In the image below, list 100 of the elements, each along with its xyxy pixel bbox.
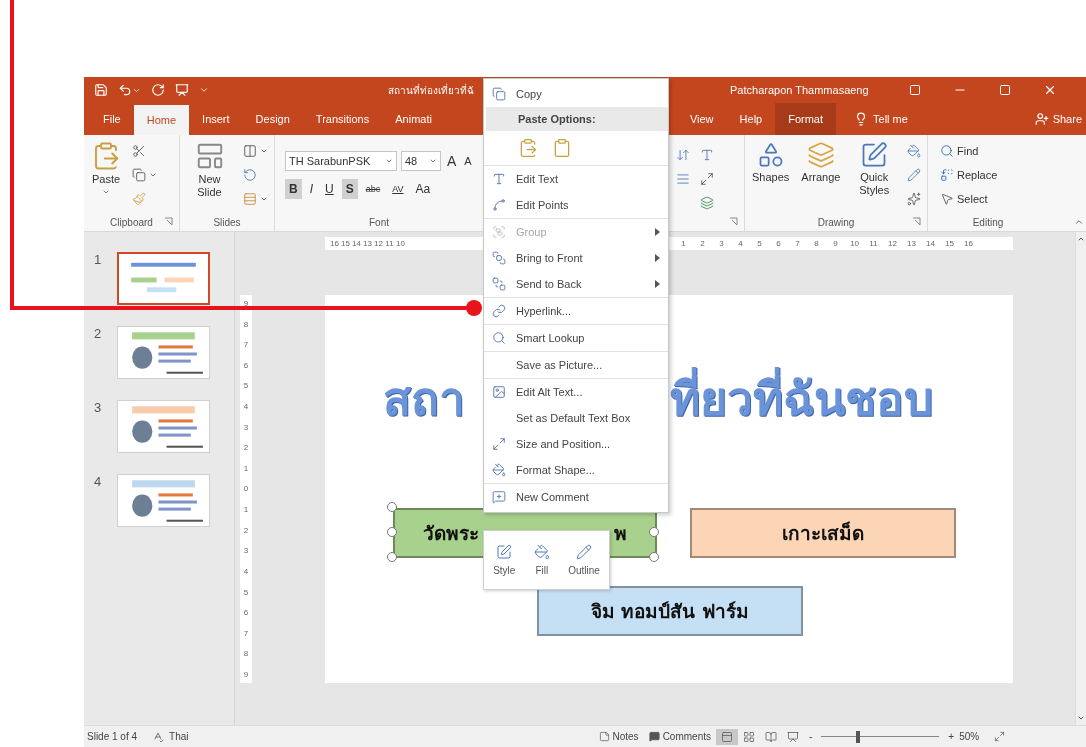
font-size-field[interactable]: 48 xyxy=(401,151,441,171)
undo-button[interactable] xyxy=(118,83,141,97)
ribbon-tab[interactable]: Design xyxy=(242,103,303,135)
picture-icon xyxy=(492,385,506,399)
collapse-ribbon-button[interactable] xyxy=(1074,217,1084,227)
comments-button[interactable]: Comments xyxy=(643,729,716,744)
presentation-icon xyxy=(175,83,189,97)
ribbon-tab[interactable]: View xyxy=(676,103,727,135)
new-slide-button[interactable]: New Slide xyxy=(184,139,235,201)
mini-toolbar-button[interactable]: Fill xyxy=(531,542,552,578)
ribbon-tab[interactable]: Insert xyxy=(189,103,243,135)
zoom-in-button[interactable]: + xyxy=(943,729,960,744)
ribbon-tab[interactable]: File xyxy=(90,103,134,135)
menu-item[interactable]: Set as Default Text Box xyxy=(484,405,668,431)
square-icon xyxy=(998,84,1011,96)
resize-handle[interactable] xyxy=(649,527,659,537)
undo-icon xyxy=(118,83,132,97)
text-box-shape[interactable]: เกาะเสม็ด xyxy=(690,508,956,558)
shrink-font-button[interactable]: A xyxy=(462,151,474,171)
ribbon-display-button[interactable] xyxy=(908,84,921,96)
ribbon-tab[interactable]: Help xyxy=(726,103,776,135)
ribbon-tab[interactable]: Transitions xyxy=(302,103,383,135)
presentation-button[interactable] xyxy=(175,83,189,97)
ribbon-tab[interactable]: Animati xyxy=(382,103,445,135)
zoom-out-button[interactable]: - xyxy=(804,729,818,744)
character-spacing-button[interactable]: AV xyxy=(388,179,408,199)
search-icon xyxy=(940,144,954,158)
menu-item[interactable]: Size and Position... xyxy=(484,431,668,457)
link-icon xyxy=(492,304,506,318)
clipboard-icon xyxy=(518,138,538,158)
menu-item[interactable]: Smart Lookup xyxy=(484,325,668,351)
notes-button[interactable]: Notes xyxy=(593,729,644,744)
submenu-arrow-icon xyxy=(655,254,660,262)
vertical-scrollbar[interactable] xyxy=(1075,232,1086,725)
grow-font-button[interactable]: A xyxy=(445,151,459,171)
save-button[interactable] xyxy=(94,83,108,97)
fit-icon xyxy=(994,731,1006,742)
section-icon xyxy=(243,192,257,206)
notes-icon xyxy=(598,731,610,742)
person-icon xyxy=(1034,112,1049,126)
share-button[interactable]: Share xyxy=(1028,103,1086,135)
zoom-thumb[interactable] xyxy=(855,730,860,743)
menu-item[interactable]: New Comment xyxy=(484,484,668,510)
mini-toolbar-button[interactable]: Outline xyxy=(566,542,602,578)
menu-item[interactable]: Copy xyxy=(484,81,668,107)
menu-item[interactable]: Edit Alt Text... xyxy=(484,379,668,405)
copy-icon xyxy=(132,168,146,182)
reset-icon xyxy=(243,168,257,182)
edit-points-icon xyxy=(492,198,506,212)
find-button[interactable]: Find xyxy=(938,141,1000,161)
text-style-button[interactable]: abc xyxy=(361,179,385,199)
resize-handle[interactable] xyxy=(649,552,659,562)
menu-item[interactable]: Save as Picture... xyxy=(484,352,668,378)
mini-toolbar-button[interactable]: Style xyxy=(491,542,518,578)
menu-item[interactable]: Format Shape... xyxy=(484,457,668,483)
outline-icon xyxy=(575,544,592,560)
group-icon xyxy=(492,225,506,239)
ribbon-tab[interactable]: Format xyxy=(775,103,837,135)
caret-icon xyxy=(385,157,393,165)
tell-me-button[interactable]: Tell me xyxy=(848,103,914,135)
select-button[interactable]: Select xyxy=(938,189,1000,209)
text-style-button[interactable]: I xyxy=(305,179,317,199)
paste-button[interactable]: Paste xyxy=(88,139,124,198)
arrange-button[interactable]: Arrange xyxy=(798,139,844,186)
slide-number: 1 xyxy=(94,252,103,269)
maximize-button[interactable] xyxy=(998,84,1011,96)
replace-button[interactable]: Replace xyxy=(938,165,1000,185)
dialog-launcher[interactable] xyxy=(729,217,738,226)
dialog-launcher[interactable] xyxy=(912,217,921,226)
save-icon xyxy=(94,83,108,97)
outline-icon xyxy=(907,168,921,182)
ribbon-tab[interactable]: Home xyxy=(133,105,190,135)
resize-handle[interactable] xyxy=(387,527,397,537)
comment-icon xyxy=(492,490,506,504)
menu-item[interactable]: Edit Text xyxy=(484,166,668,192)
resize-handle[interactable] xyxy=(387,502,397,512)
text-direction-icon xyxy=(700,148,714,162)
slide-thumbnail[interactable] xyxy=(117,252,210,305)
slide-counter: Slide 1 of 4 xyxy=(87,731,138,742)
view-button[interactable] xyxy=(716,728,738,745)
change-case-button[interactable]: Aa xyxy=(411,179,435,199)
font-name-field[interactable]: TH SarabunPSK xyxy=(285,151,397,171)
quick-styles-button[interactable]: Quick Styles xyxy=(849,139,899,199)
text-style-button[interactable]: B xyxy=(285,179,302,199)
menu-item[interactable]: Hyperlink... xyxy=(484,298,668,324)
group-label: Slides xyxy=(213,216,241,228)
menu-item[interactable]: Send to Back xyxy=(484,271,668,297)
shapes-button[interactable]: Shapes xyxy=(749,139,793,186)
menu-header: Paste Options: xyxy=(486,107,668,131)
caret-icon xyxy=(149,171,157,179)
resize-handle[interactable] xyxy=(387,552,397,562)
text-style-button[interactable]: U xyxy=(321,179,338,199)
customize-button[interactable] xyxy=(199,85,209,95)
submenu-arrow-icon xyxy=(655,280,660,288)
text-style-button[interactable]: S xyxy=(341,179,358,199)
redo-button[interactable] xyxy=(151,83,165,97)
dialog-launcher[interactable] xyxy=(164,217,173,226)
replace-icon xyxy=(940,168,954,182)
text-box-shape[interactable]: จิม ทอมป์สัน ฟาร์ม xyxy=(537,586,803,636)
menu-item[interactable]: Edit Points xyxy=(484,192,668,218)
